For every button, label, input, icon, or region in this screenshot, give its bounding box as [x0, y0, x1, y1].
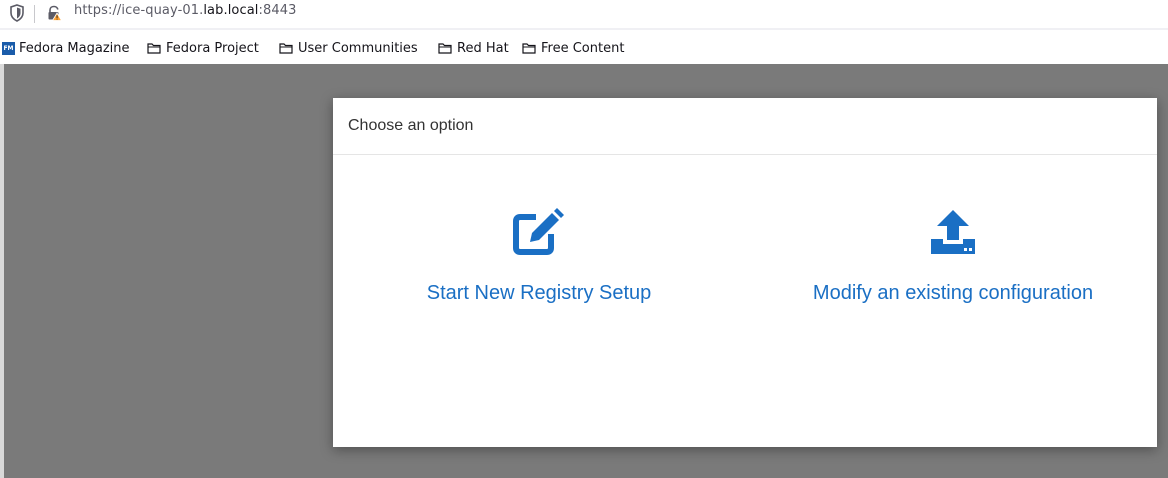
- url-bar-separator: [34, 5, 35, 23]
- upload-icon[interactable]: [928, 208, 978, 256]
- dialog-title: Choose an option: [348, 117, 474, 134]
- folder-icon: [522, 43, 536, 54]
- insecure-lock-icon[interactable]: [46, 5, 62, 21]
- url-prefix: https://ice-quay-01.: [74, 3, 204, 18]
- modify-existing-link[interactable]: Modify an existing configuration: [773, 282, 1133, 305]
- bookmarks-toolbar: FM Fedora Magazine Fedora Project User C…: [0, 30, 1168, 64]
- dialog-header: Choose an option: [333, 98, 1157, 155]
- bookmark-label: Red Hat: [457, 40, 509, 56]
- bookmark-fedora-magazine[interactable]: FM Fedora Magazine: [2, 39, 130, 57]
- bookmark-fedora-project[interactable]: Fedora Project: [147, 39, 259, 57]
- folder-icon: [147, 43, 161, 54]
- modify-existing-option[interactable]: Modify an existing configuration: [773, 208, 1133, 305]
- url-text[interactable]: https://ice-quay-01.lab.local:8443: [74, 3, 296, 18]
- edit-icon[interactable]: [512, 208, 566, 256]
- bookmark-label: User Communities: [298, 40, 418, 56]
- bookmark-user-communities[interactable]: User Communities: [279, 39, 418, 57]
- bookmark-free-content[interactable]: Free Content: [522, 39, 624, 57]
- start-new-setup-option[interactable]: Start New Registry Setup: [393, 208, 685, 305]
- bookmark-label: Fedora Magazine: [19, 40, 130, 56]
- shield-icon[interactable]: [9, 4, 25, 22]
- url-host: lab.local: [203, 3, 259, 18]
- start-new-setup-link[interactable]: Start New Registry Setup: [393, 282, 685, 305]
- folder-icon: [438, 43, 452, 54]
- folder-icon: [279, 43, 293, 54]
- url-bar[interactable]: https://ice-quay-01.lab.local:8443: [0, 0, 1168, 30]
- bookmark-red-hat[interactable]: Red Hat: [438, 39, 509, 57]
- page-edge: [0, 64, 4, 478]
- bookmark-label: Free Content: [541, 40, 625, 56]
- url-suffix: :8443: [258, 3, 297, 18]
- choose-option-dialog: Choose an option Start New Registry Setu…: [333, 98, 1157, 447]
- bookmark-label: Fedora Project: [166, 40, 259, 56]
- fedora-magazine-icon: FM: [2, 41, 15, 55]
